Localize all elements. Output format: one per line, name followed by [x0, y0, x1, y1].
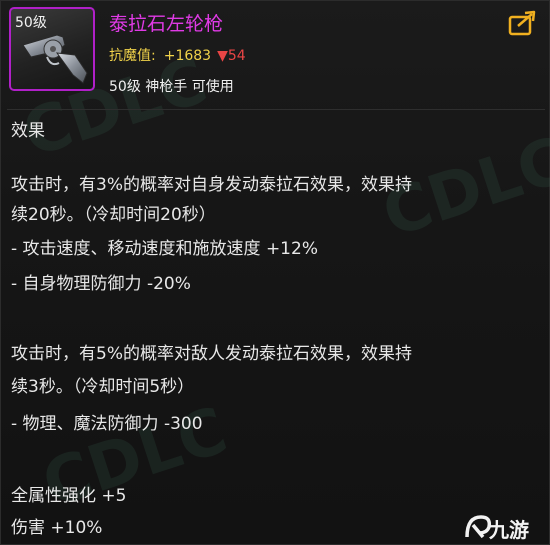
resist-stat-label: 抗魔值:: [109, 48, 156, 64]
requirement-text: 50级 神枪手 可使用: [109, 79, 234, 95]
share-icon[interactable]: [508, 9, 538, 37]
effect1-bonus2: - 自身物理防御力 -20%: [11, 274, 191, 294]
jiuyou-logo-text: 九游: [489, 518, 529, 542]
stat-damage: 伤害 +10%: [11, 518, 103, 538]
header-divider: [7, 109, 545, 110]
effect2-line2: 续3秒。（冷却时间5秒）: [11, 377, 195, 397]
item-tooltip-panel: CDLC CDLC CDLC 50级 泰拉石左轮枪 抗魔值: +1683 ▼54 5…: [0, 0, 550, 545]
effect1-line2: 续20秒。（冷却时间20秒）: [11, 205, 216, 225]
effect2-bonus1: - 物理、魔法防御力 -300: [11, 414, 203, 434]
effect1-bonus1: - 攻击速度、移动速度和施放速度 +12%: [11, 239, 318, 259]
resist-stat-value: +1683: [163, 48, 212, 64]
effect1-line1: 攻击时，有3%的概率对自身发动泰拉石效果，效果持: [11, 175, 412, 195]
effect2-line1: 攻击时，有5%的概率对敌人发动泰拉石效果，效果持: [11, 344, 412, 364]
effects-heading: 效果: [11, 121, 45, 141]
revolver-icon: [22, 34, 88, 84]
item-name: 泰拉石左轮枪: [109, 13, 224, 35]
resist-stat-line: 抗魔值: +1683 ▼54: [109, 45, 246, 65]
resist-stat-diff: ▼54: [217, 48, 246, 64]
item-icon-frame: 50级: [9, 7, 95, 91]
stat-all-attr: 全属性强化 +5: [11, 486, 127, 506]
